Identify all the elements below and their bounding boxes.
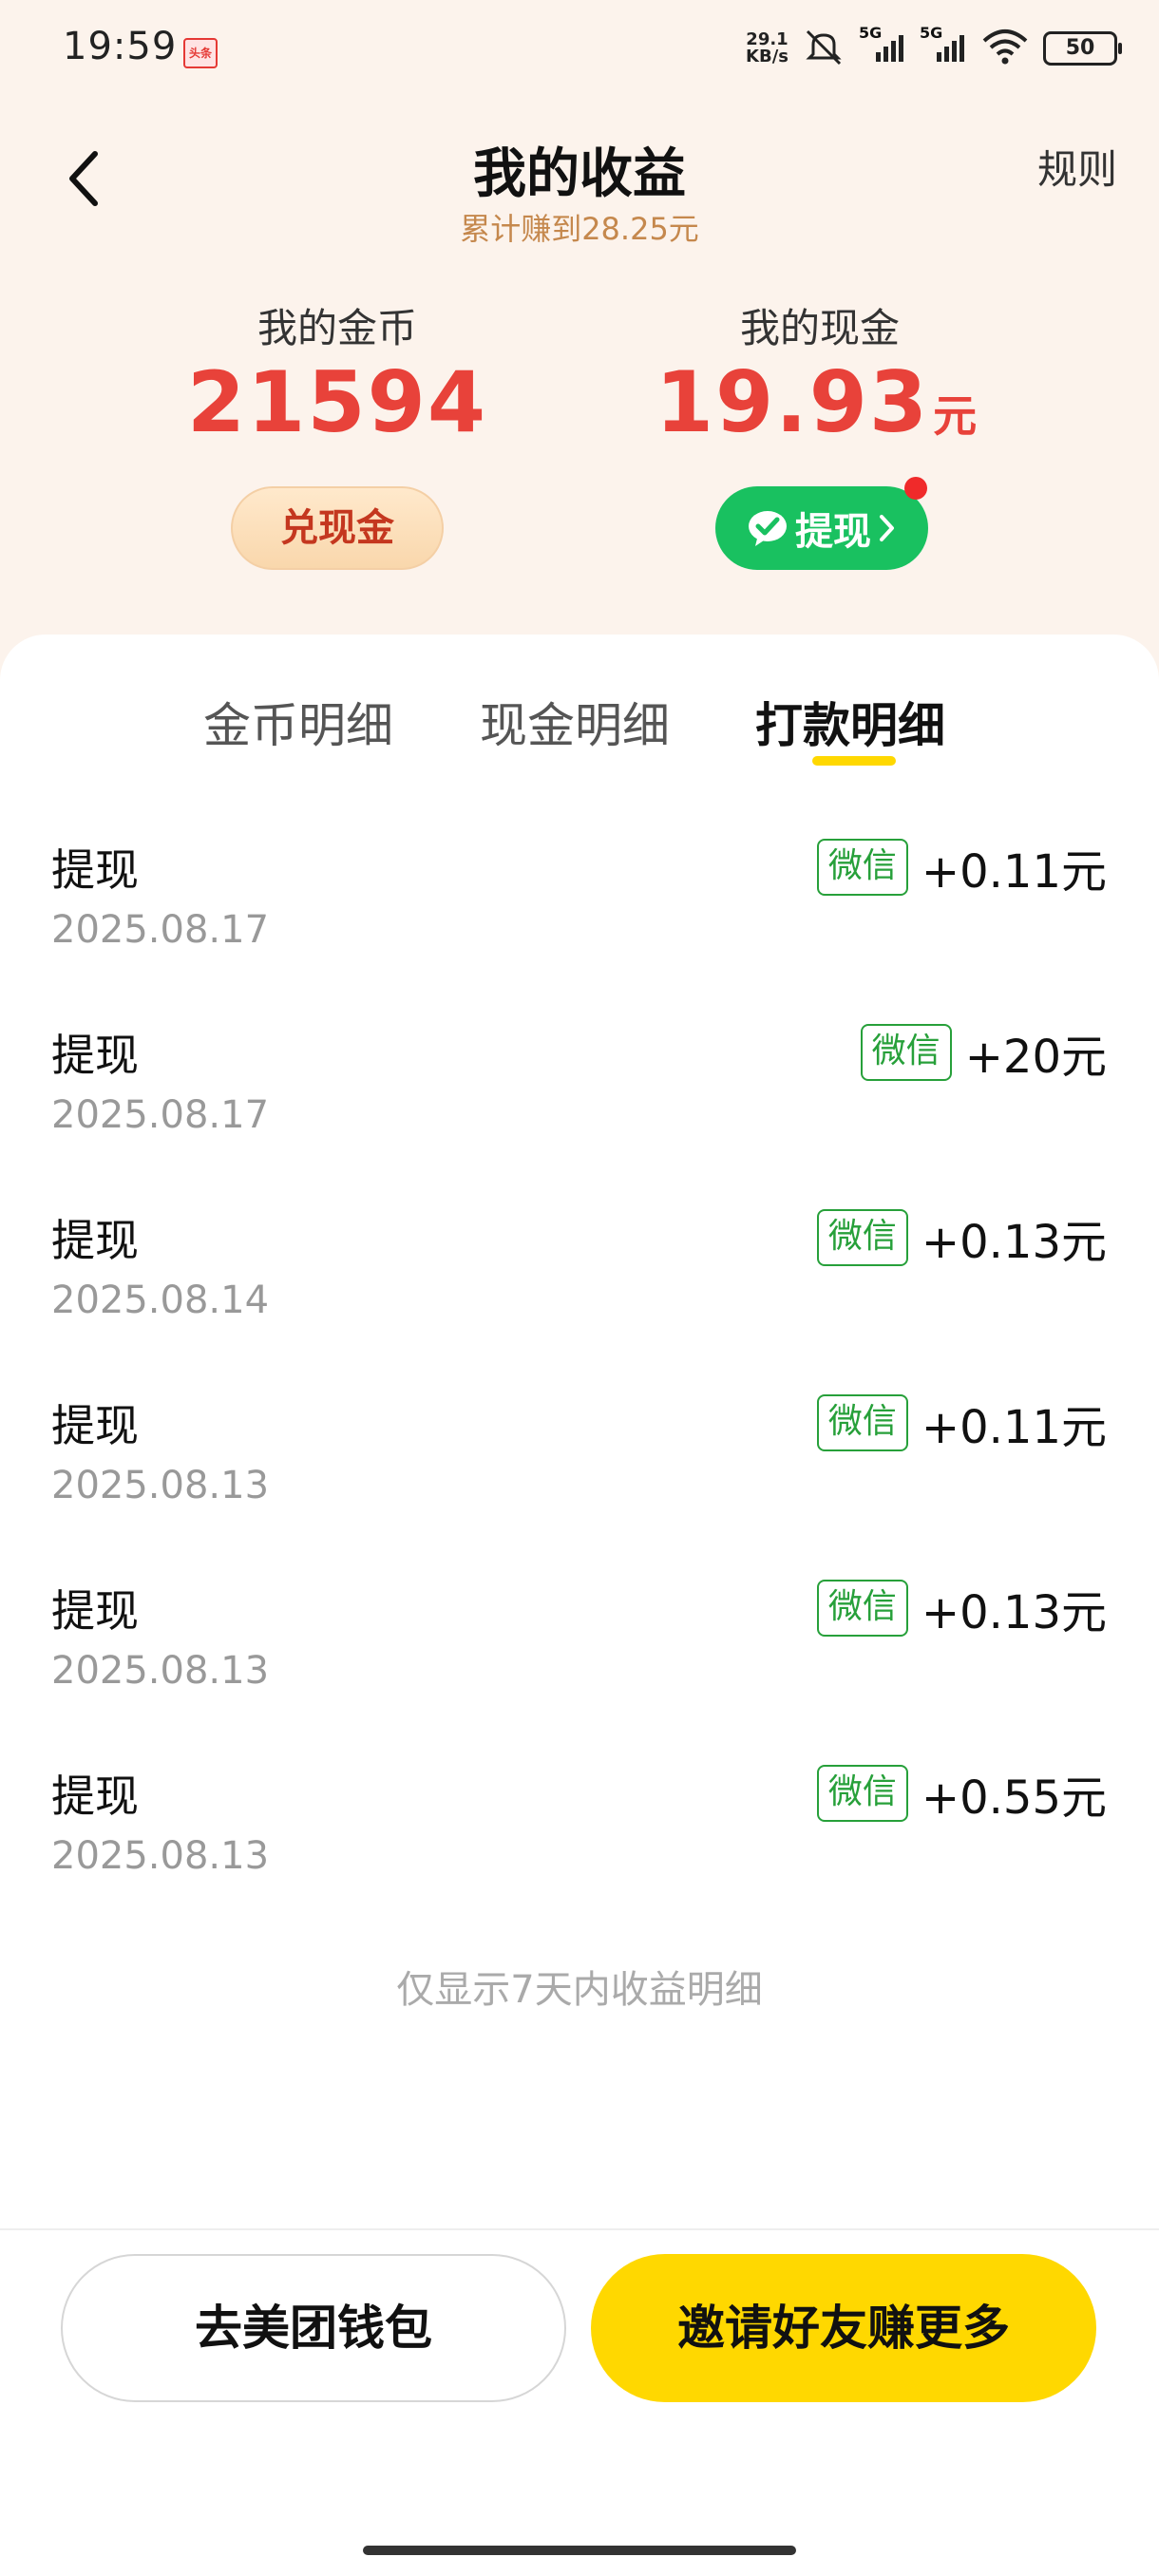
channel-badge: 微信 [816,1765,908,1822]
channel-badge: 微信 [816,839,908,896]
wifi-icon [980,28,1030,69]
record-amount: +0.55元 [921,1771,1107,1825]
invite-friends-button[interactable]: 邀请好友赚更多 [591,2254,1096,2402]
exchange-cash-button[interactable]: 兑现金 [231,486,444,570]
status-icons: 29.1 KB/s 5G 5G 50 [746,24,1122,72]
cash-value: 19.93 [655,353,930,451]
record-amount: +20元 [964,1031,1107,1084]
signal-1-label: 5G [859,24,883,42]
rules-link[interactable]: 规则 [1037,138,1117,196]
seven-day-footnote: 仅显示7天内收益明细 [396,1968,763,2012]
divider [0,2228,1159,2230]
coins-label: 我的金币 [256,305,417,351]
record-right: 微信 +0.11元 [816,834,1107,900]
record-date: 2025.08.17 [51,908,270,952]
cash-label: 我的现金 [739,305,900,351]
coins-value: 21594 [186,353,488,451]
battery-icon: 50 [1043,31,1122,66]
record-amount: +0.11元 [921,1401,1107,1454]
page-title: 我的收益 [473,143,686,205]
channel-badge: 微信 [816,1580,908,1637]
record-amount: +0.13元 [921,1586,1107,1639]
record-right: 微信 +0.11元 [816,1390,1107,1456]
list-item: 提现 2025.08.17 微信 +0.11元 [0,815,1159,1001]
record-title: 提现 [51,1030,139,1081]
record-date: 2025.08.14 [51,1279,270,1322]
network-speed: 29.1 KB/s [746,31,788,66]
record-date: 2025.08.17 [51,1093,270,1137]
record-title: 提现 [51,844,139,896]
list-item: 提现 2025.08.13 微信 +0.55元 [0,1741,1159,1927]
mute-icon [802,28,846,69]
record-title: 提现 [51,1215,139,1266]
withdraw-button[interactable]: 提现 [715,486,928,570]
total-earned-subtitle: 累计赚到28.25元 [460,211,699,247]
record-right: 微信 +0.13元 [816,1204,1107,1271]
cash-value-wrap: 19.93元 [598,353,1036,451]
network-speed-unit: KB/s [746,47,788,66]
tab-coin-details[interactable]: 金币明细 [203,688,393,756]
withdraw-label: 提现 [795,510,871,554]
record-amount: +0.11元 [921,845,1107,899]
list-item: 提现 2025.08.17 微信 +20元 [0,1000,1159,1186]
channel-badge: 微信 [860,1024,952,1081]
home-indicator[interactable] [363,2546,796,2555]
record-right: 微信 +0.55元 [816,1760,1107,1827]
app-notification-icon: 头条 [183,38,218,68]
record-title: 提现 [51,1400,139,1451]
record-right: 微信 +20元 [860,1019,1107,1086]
record-amount: +0.13元 [921,1216,1107,1269]
cash-unit: 元 [933,390,979,442]
signal-2-label: 5G [920,24,943,42]
active-tab-indicator [812,756,896,766]
chevron-right-icon [877,511,898,545]
record-title: 提现 [51,1771,139,1822]
record-date: 2025.08.13 [51,1464,270,1507]
wechat-pay-icon [746,506,789,550]
status-bar: 19:59 头条 29.1 KB/s 5G 5G 50 [0,0,1159,95]
record-date: 2025.08.13 [51,1834,270,1878]
list-item: 提现 2025.08.14 微信 +0.13元 [0,1185,1159,1372]
channel-badge: 微信 [816,1209,908,1266]
list-item: 提现 2025.08.13 微信 +0.11元 [0,1371,1159,1557]
status-time: 19:59 [63,25,178,68]
channel-badge: 微信 [816,1394,908,1451]
signal-icon-2: 5G [920,24,967,69]
tab-payout-details[interactable]: 打款明细 [755,688,945,756]
signal-icon: 5G [859,24,906,69]
record-title: 提现 [51,1585,139,1637]
list-item: 提现 2025.08.13 微信 +0.13元 [0,1556,1159,1742]
meituan-wallet-button[interactable]: 去美团钱包 [61,2254,566,2402]
record-date: 2025.08.13 [51,1649,270,1693]
tab-cash-details[interactable]: 现金明细 [480,688,670,756]
record-right: 微信 +0.13元 [816,1575,1107,1641]
notification-dot [904,477,927,500]
